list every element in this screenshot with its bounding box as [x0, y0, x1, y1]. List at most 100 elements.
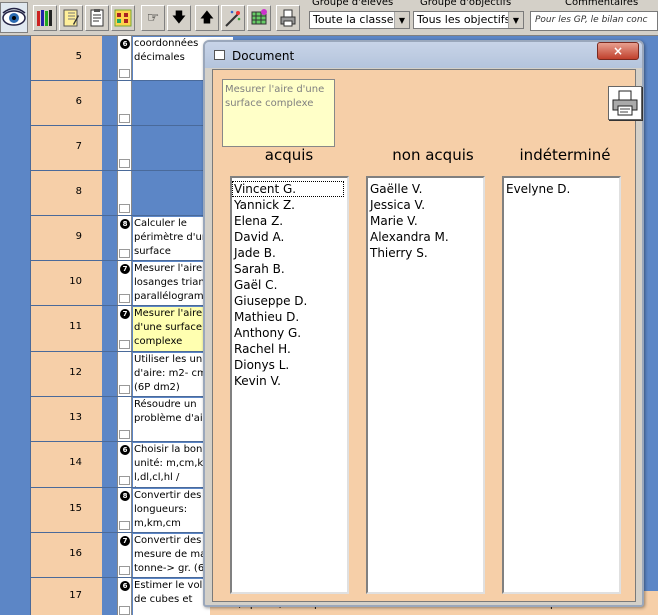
student-list-item[interactable]: Dionys L.	[232, 357, 347, 373]
table-row[interactable]: 9 8 Calculer le périmètre d'une surface	[30, 216, 233, 261]
student-list-item[interactable]: Thierry S.	[368, 245, 483, 261]
column-title-undetermined: indéterminé	[519, 146, 611, 164]
row-number: 17	[69, 590, 82, 601]
student-list-item[interactable]: Sarah B.	[232, 261, 347, 277]
table-row[interactable]: 6	[30, 81, 210, 126]
magic-wand-icon[interactable]	[221, 5, 245, 31]
chevron-down-icon[interactable]: ▼	[394, 12, 409, 28]
row-detail-icon[interactable]	[119, 159, 130, 168]
row-status-cell[interactable]: 7	[117, 261, 132, 305]
students-group-select[interactable]: Toute la classe ▼	[309, 11, 410, 29]
row-status-cell[interactable]: 8	[117, 216, 132, 260]
student-list-item[interactable]: Evelyne D.	[504, 181, 619, 197]
print-button[interactable]	[608, 86, 642, 120]
pointing-hand-glyph: ☞	[146, 10, 160, 26]
row-status-cell[interactable]	[117, 171, 132, 215]
row-status-cell[interactable]: 6	[117, 442, 132, 487]
objectives-group-select[interactable]: Tous les objectifs ▼	[413, 11, 524, 29]
table-row[interactable]: 17 6 Estimer le volume de cubes et	[30, 578, 233, 615]
table-row[interactable]: 7	[30, 126, 210, 171]
student-list-item[interactable]: Mathieu D.	[232, 309, 347, 325]
chart-icon[interactable]	[111, 5, 135, 31]
table-row[interactable]: 5 6 coordonnées décimales	[30, 36, 233, 81]
document-dialog: Document × Mesurer l'aire d'une surface …	[203, 40, 644, 607]
printer-icon[interactable]	[276, 5, 300, 31]
student-list-item[interactable]: Jessica V.	[368, 197, 483, 213]
student-list-item[interactable]: Giuseppe D.	[232, 293, 347, 309]
row-number: 16	[69, 547, 82, 559]
arrow-up-icon[interactable]: 🡅	[195, 5, 219, 31]
row-status-cell[interactable]	[117, 352, 132, 396]
row-number: 14	[69, 457, 82, 468]
row-number: 13	[69, 411, 82, 423]
eye-icon[interactable]	[0, 2, 28, 33]
level-badge: 6	[120, 445, 130, 455]
row-status-cell[interactable]	[117, 126, 132, 170]
close-button[interactable]: ×	[597, 42, 639, 60]
undetermined-list[interactable]: Evelyne D.	[502, 176, 621, 594]
grid-icon[interactable]	[247, 5, 271, 31]
row-detail-icon[interactable]	[119, 69, 130, 78]
row-detail-icon[interactable]	[119, 114, 130, 123]
student-list-item[interactable]: David A.	[232, 229, 347, 245]
row-status-cell[interactable]: 7	[117, 306, 132, 351]
arrow-down-glyph: 🡇	[171, 10, 187, 26]
student-list-item[interactable]: Yannick Z.	[232, 197, 347, 213]
chevron-down-icon[interactable]: ▼	[508, 12, 523, 28]
student-list-item[interactable]: Elena Z.	[232, 213, 347, 229]
table-row[interactable]: 8	[30, 171, 210, 216]
row-detail-icon[interactable]	[119, 294, 130, 303]
row-detail-icon[interactable]	[119, 340, 130, 349]
table-row[interactable]: 16 7 Convertir des mesure de masse tonne->…	[30, 533, 233, 578]
student-list-item[interactable]: Anthony G.	[232, 325, 347, 341]
clipboard-icon[interactable]	[85, 5, 109, 31]
arrow-down-icon[interactable]: 🡇	[167, 5, 191, 31]
student-list-item[interactable]: Kevin V.	[232, 373, 347, 389]
row-number: 15	[69, 502, 82, 514]
pointing-hand-icon[interactable]: ☞	[141, 5, 165, 31]
printer-icon	[612, 90, 638, 116]
student-list-item[interactable]: Jade B.	[232, 245, 347, 261]
table-row[interactable]: 158Convertir des longueurs: m,km,cm capa…	[30, 488, 233, 533]
group-students-label: Groupe d'élèves	[312, 0, 394, 8]
acquired-list[interactable]: Vincent G. Yannick Z. Elena Z. David A. Jade…	[230, 176, 349, 594]
dialog-titlebar[interactable]: Document ×	[205, 42, 642, 68]
row-detail-icon[interactable]	[119, 430, 130, 439]
row-detail-icon[interactable]	[119, 566, 130, 575]
student-list-item[interactable]: Gaëlle V.	[368, 181, 483, 197]
student-list-item[interactable]: Marie V.	[368, 213, 483, 229]
row-detail-icon[interactable]	[119, 385, 130, 394]
row-status-cell[interactable]: 8	[117, 488, 132, 532]
row-detail-icon[interactable]	[119, 249, 130, 258]
table-row[interactable]: 13 Résoudre un problème d'aire	[30, 397, 233, 442]
not-acquired-list[interactable]: Gaëlle V. Jessica V. Marie V. Alexandra M. T…	[366, 176, 485, 594]
document-icon	[214, 50, 225, 60]
objective-text-box[interactable]: Mesurer l'aire d'une surface complexe	[222, 79, 335, 147]
notebook-icon[interactable]	[59, 5, 83, 31]
row-status-cell[interactable]: 6	[117, 36, 132, 80]
table-row[interactable]: 11 7 Mesurer l'aire d'une surface complexe	[30, 306, 233, 352]
row-status-cell[interactable]: 7	[117, 533, 132, 577]
row-detail-icon[interactable]	[119, 521, 130, 530]
row-detail-icon[interactable]	[119, 476, 130, 485]
level-badge: 6	[120, 581, 130, 591]
row-detail-icon[interactable]	[119, 204, 130, 213]
comment-preview-field[interactable]: Pour les GP, le bilan conc	[530, 11, 658, 31]
row-status-cell[interactable]	[117, 81, 132, 125]
student-list-item[interactable]: Vincent G.	[232, 181, 344, 197]
student-list-item[interactable]: Rachel H.	[232, 341, 347, 357]
crayons-icon[interactable]	[33, 5, 57, 31]
student-list-item[interactable]: Gaël C.	[232, 277, 347, 293]
table-row[interactable]: 14 6 Choisir la bonne unité: m,cm,km l,dl,…	[30, 442, 233, 488]
row-status-cell[interactable]: 6	[117, 578, 132, 615]
grid-left-margin	[0, 36, 30, 615]
row-number: 10	[69, 275, 82, 287]
arrow-up-glyph: 🡅	[199, 10, 215, 26]
table-row[interactable]: 10 7 Mesurer l'aire de losanges triangles …	[30, 261, 233, 306]
level-badge: 8	[120, 219, 130, 229]
row-status-cell[interactable]	[117, 397, 132, 441]
student-list-item[interactable]: Alexandra M.	[368, 229, 483, 245]
table-row[interactable]: 12 Utiliser les unités d'aire: m2- cm2, (…	[30, 352, 233, 397]
row-detail-icon[interactable]	[119, 606, 130, 615]
dialog-title: Document	[232, 49, 295, 63]
